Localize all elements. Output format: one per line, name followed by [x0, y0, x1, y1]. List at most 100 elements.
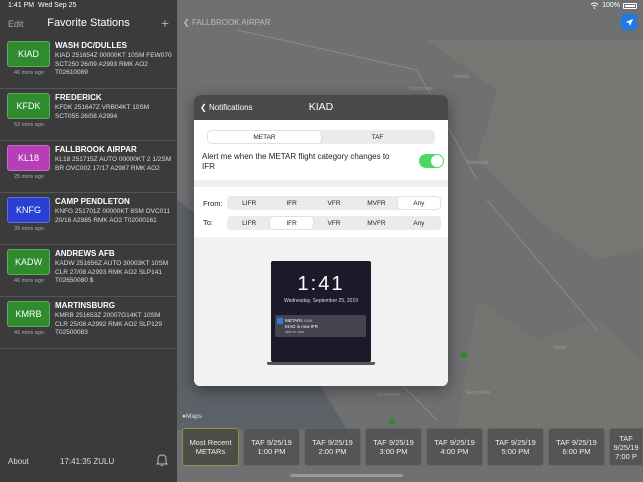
to-segmented-control: LIFR IFR VFR MVFR Any — [227, 216, 441, 230]
notification-preview: 1:41 Wednesday, September 25, 2019 METAR… — [194, 237, 448, 386]
lock-screen-preview: 1:41 Wednesday, September 25, 2019 METAR… — [271, 261, 371, 362]
station-marker — [389, 419, 395, 425]
observation-age: 46 mins ago — [14, 70, 44, 76]
town-label: Oceanside — [377, 392, 401, 398]
home-indicator — [290, 474, 403, 477]
flight-category-badge: KFDK — [7, 93, 50, 119]
station-metar: KIAD 251654Z 00000KT 10SM FEW070 SCT250 … — [55, 52, 172, 76]
forecast-item[interactable]: TAF 9/25/19 3:00 PM — [365, 428, 422, 466]
station-metar: KMRB 251653Z 20007G14KT 10SM CLR 25/08 A… — [55, 312, 162, 336]
status-time: 1:41 PM Wed Sep 25 — [8, 2, 77, 9]
forecast-item[interactable]: TAF 9/25/19 2:00 PM — [304, 428, 361, 466]
station-name: MARTINSBURG — [55, 301, 115, 310]
forecast-item[interactable]: TAF 9/25/19 4:00 PM — [426, 428, 483, 466]
product-segmented-control: METAR TAF — [207, 130, 435, 144]
modal-header: ❮ Notifications KIAD — [194, 95, 448, 120]
to-option-vfr[interactable]: VFR — [313, 217, 355, 229]
sidebar-header: Edit Favorite Stations + — [0, 12, 177, 36]
location-arrow-icon — [625, 18, 633, 26]
modal-title: KIAD — [308, 101, 334, 113]
town-label: Hemet — [454, 74, 469, 80]
preview-notification: METARs now KIAD is now IFR slide to view — [275, 315, 366, 337]
station-marker — [461, 352, 467, 358]
station-row[interactable]: KIAD 46 mins ago WASH DC/DULLES KIAD 251… — [0, 37, 177, 89]
alert-description: Alert me when the METAR flight category … — [202, 152, 390, 171]
station-list: KIAD 46 mins ago WASH DC/DULLES KIAD 251… — [0, 37, 177, 349]
town-label: Julian — [553, 345, 567, 351]
station-row[interactable]: KMRB 46 mins ago MARTINSBURG KMRB 251653… — [0, 297, 177, 349]
station-name: FREDERICK — [55, 93, 102, 102]
from-option-mvfr[interactable]: MVFR — [355, 197, 397, 209]
from-option-any[interactable]: Any — [397, 197, 441, 209]
station-row[interactable]: KL18 25 mins ago FALLBROOK AIRPAR KL18 2… — [0, 141, 177, 193]
alert-toggle[interactable] — [419, 154, 444, 168]
observation-age: 25 mins ago — [14, 174, 44, 180]
forecast-item-current[interactable]: Most Recent METARs — [182, 428, 239, 466]
status-right: 100% — [590, 2, 637, 9]
status-bar: 1:41 PM Wed Sep 25 100% — [0, 0, 643, 12]
sidebar: Edit Favorite Stations + KIAD 46 mins ag… — [0, 0, 177, 482]
from-option-ifr[interactable]: IFR — [270, 197, 312, 209]
forecast-item[interactable]: TAF 9/25/19 5:00 PM — [487, 428, 544, 466]
observation-age: 46 mins ago — [14, 278, 44, 284]
to-option-ifr[interactable]: IFR — [270, 217, 313, 229]
from-option-lifr[interactable]: LIFR — [228, 197, 270, 209]
app-icon — [277, 318, 283, 324]
divider — [194, 180, 448, 187]
to-option-lifr[interactable]: LIFR — [228, 217, 270, 229]
flight-category-badge: KL18 — [7, 145, 50, 171]
wifi-icon — [590, 2, 599, 9]
tab-taf[interactable]: TAF — [321, 131, 434, 143]
device-base — [267, 362, 375, 365]
tab-metar[interactable]: METAR — [208, 131, 321, 143]
flight-category-badge: KADW — [7, 249, 50, 275]
from-segmented-control: LIFR IFR VFR MVFR Any — [227, 196, 441, 210]
notifications-button[interactable] — [155, 453, 169, 467]
station-metar: KL18 251715Z AUTO 00000KT 2 1/2SM BR OVC… — [55, 156, 172, 172]
flight-category-badge: KIAD — [7, 41, 50, 67]
bell-icon — [155, 454, 169, 467]
town-label: Temecula — [467, 160, 489, 166]
about-button[interactable]: About — [8, 457, 29, 466]
to-label: To: — [203, 218, 214, 227]
station-name: CAMP PENDLETON — [55, 197, 130, 206]
forecast-item[interactable]: TAF 9/25/19 6:00 PM — [548, 428, 605, 466]
preview-app-name: METARs now — [285, 318, 313, 323]
battery-icon — [623, 2, 637, 9]
location-button[interactable] — [621, 14, 637, 30]
station-row[interactable]: KADW 46 mins ago ANDREWS AFB KADW 251656… — [0, 245, 177, 297]
preview-message: KIAD is now IFR — [285, 324, 319, 329]
add-station-button[interactable]: + — [161, 15, 169, 31]
preview-hint: slide to view — [285, 330, 305, 334]
station-name: ANDREWS AFB — [55, 249, 115, 258]
preview-clock: 1:41 — [297, 273, 345, 295]
forecast-item[interactable]: TAF 9/25/19 1:00 PM — [243, 428, 300, 466]
zulu-clock: 17:41:35 ZULU — [60, 457, 115, 466]
from-option-vfr[interactable]: VFR — [313, 197, 355, 209]
flight-category-badge: KMRB — [7, 301, 50, 327]
to-option-mvfr[interactable]: MVFR — [355, 217, 397, 229]
map-back-label: FALLBROOK AIRPAR — [191, 18, 271, 27]
maps-credit: ●Maps — [182, 413, 202, 420]
station-metar: KNFG 251701Z 00000KT 8SM OVC011 20/16 A2… — [55, 208, 171, 224]
chevron-left-icon: ❮ — [183, 18, 190, 27]
forecast-item[interactable]: TAF 9/25/19 7:00 P — [609, 428, 643, 466]
station-row[interactable]: KNFG 39 mins ago CAMP PENDLETON KNFG 251… — [0, 193, 177, 245]
sidebar-footer: About 17:41:35 ZULU — [0, 448, 177, 482]
map-nav-bar: ❮ FALLBROOK AIRPAR — [177, 12, 643, 36]
sidebar-title: Favorite Stations — [47, 17, 130, 29]
preview-date: Wednesday, September 25, 2019 — [283, 298, 359, 304]
battery-percent: 100% — [602, 2, 620, 9]
station-metar: KADW 251656Z AUTO 30003KT 10SM CLR 27/08… — [55, 260, 169, 284]
map-back-button[interactable]: ❮ FALLBROOK AIRPAR — [183, 18, 270, 27]
observation-age: 53 mins ago — [14, 122, 44, 128]
observation-age: 46 mins ago — [14, 330, 44, 336]
station-row[interactable]: KFDK 53 mins ago FREDERICK KFDK 251647Z … — [0, 89, 177, 141]
flight-category-badge: KNFG — [7, 197, 50, 223]
town-label: Escondido — [467, 390, 491, 396]
to-option-any[interactable]: Any — [398, 217, 440, 229]
station-name: WASH DC/DULLES — [55, 41, 127, 50]
notification-settings-modal: ❮ Notifications KIAD METAR TAF Alert me … — [194, 95, 448, 386]
observation-age: 39 mins ago — [14, 226, 44, 232]
forecast-strip: Most Recent METARs TAF 9/25/19 1:00 PM TAF… — [177, 428, 643, 470]
